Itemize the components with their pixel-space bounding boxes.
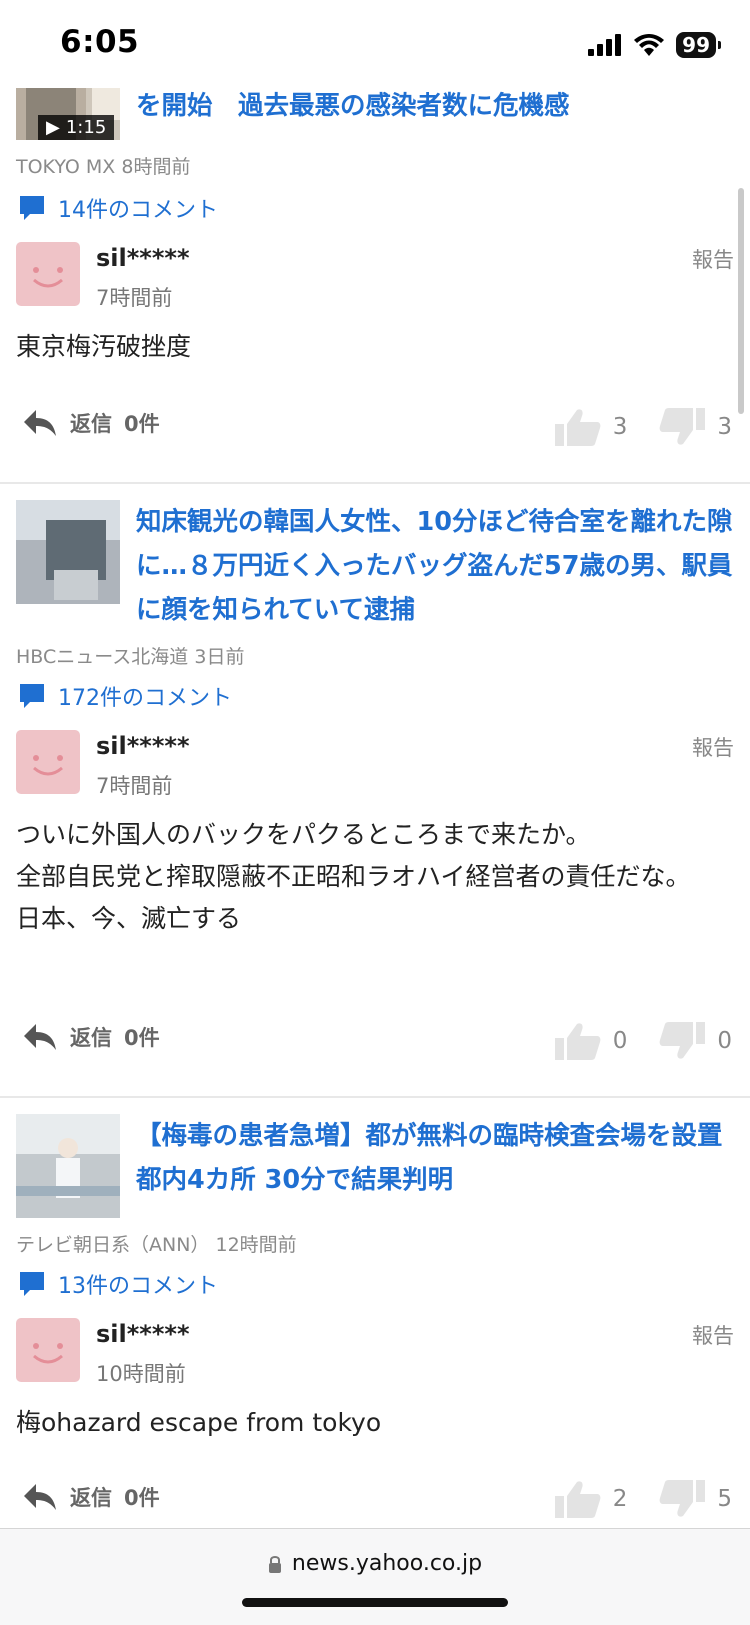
vote-controls: 0 0 <box>553 1020 732 1062</box>
reply-button[interactable]: 返信 0件 <box>22 408 160 438</box>
comment-bubble-icon <box>20 196 44 220</box>
status-bar: 6:05 99 <box>0 0 750 88</box>
thumbnail-image <box>16 1114 120 1218</box>
thumbs-down-icon <box>659 408 706 445</box>
article-headline[interactable]: 知床観光の韓国人女性、10分ほど待合室を離れた隙に…８万円近く入ったバッグ盗んだ… <box>136 500 736 632</box>
like-button[interactable]: 3 <box>553 406 627 448</box>
cellular-signal-icon <box>588 34 622 56</box>
status-time: 6:05 <box>60 24 140 60</box>
reply-button[interactable]: 返信 0件 <box>22 1022 160 1052</box>
report-link[interactable]: 報告 <box>692 732 734 762</box>
thumbs-up-icon <box>554 1023 601 1060</box>
thumbs-down-icon <box>659 1022 706 1059</box>
thumbs-down-icon <box>659 1480 706 1517</box>
status-icons: 99 <box>588 30 721 60</box>
avatar <box>16 242 80 306</box>
avatar <box>16 1318 80 1382</box>
comment-body: 東京梅汚破挫度 <box>16 332 192 361</box>
article-headline[interactable]: を開始 過去最悪の感染者数に危機感 <box>136 84 736 128</box>
wifi-icon <box>634 34 665 56</box>
thumbs-up-icon <box>554 409 601 446</box>
comment-body: ついに外国人のバックをパクるところまで来たか。 全部自民党と搾取隠蔽不正昭和ラオ… <box>16 820 691 933</box>
reply-button[interactable]: 返信 0件 <box>22 1482 160 1512</box>
article-thumbnail[interactable] <box>16 500 120 604</box>
smiley-face-icon <box>33 1343 63 1364</box>
comment-username[interactable]: sil***** <box>96 732 190 760</box>
avatar <box>16 730 80 794</box>
like-button[interactable]: 2 <box>553 1478 627 1520</box>
battery-indicator: 99 <box>676 32 721 58</box>
thumbnail-image <box>16 500 120 604</box>
browser-url-bar[interactable]: news.yahoo.co.jp <box>0 1528 750 1625</box>
reply-arrow-icon <box>24 1024 56 1050</box>
article-thumbnail[interactable] <box>16 1114 120 1218</box>
home-indicator[interactable] <box>242 1598 508 1607</box>
comments-link[interactable]: 13件のコメント <box>18 1268 218 1300</box>
reply-arrow-icon <box>24 410 56 436</box>
article-source: TOKYO MX 8時間前 <box>16 156 191 178</box>
article-source: テレビ朝日系（ANN） 12時間前 <box>16 1234 297 1256</box>
like-button[interactable]: 0 <box>553 1020 627 1062</box>
comment-body: 梅ohazard escape from tokyo <box>16 1408 382 1437</box>
smiley-face-icon <box>33 755 63 776</box>
smiley-face-icon <box>33 267 63 288</box>
comment-time: 7時間前 <box>96 286 173 310</box>
dislike-button[interactable]: 5 <box>657 1478 732 1520</box>
lock-icon <box>268 1555 281 1573</box>
comment-bubble-icon <box>20 684 44 708</box>
vote-controls: 3 3 <box>553 406 732 448</box>
comment-time: 7時間前 <box>96 774 173 798</box>
play-icon: ▶ <box>46 117 60 138</box>
article-headline[interactable]: 【梅毒の患者急増】都が無料の臨時検査会場を設置 都内4カ所 30分で結果判明 <box>136 1114 748 1202</box>
scrollbar[interactable] <box>738 188 744 414</box>
divider <box>0 482 750 484</box>
report-link[interactable]: 報告 <box>692 244 734 274</box>
divider <box>0 1096 750 1098</box>
dislike-button[interactable]: 3 <box>657 406 732 448</box>
video-duration-badge: ▶ 1:15 <box>38 115 115 140</box>
thumbs-up-icon <box>554 1481 601 1518</box>
comment-bubble-icon <box>20 1272 44 1296</box>
comments-link[interactable]: 172件のコメント <box>18 680 232 712</box>
comment-time: 10時間前 <box>96 1362 186 1386</box>
dislike-button[interactable]: 0 <box>657 1020 732 1062</box>
reply-arrow-icon <box>24 1484 56 1510</box>
comment-username[interactable]: sil***** <box>96 244 190 272</box>
report-link[interactable]: 報告 <box>692 1320 734 1350</box>
url-display[interactable]: news.yahoo.co.jp <box>0 1551 750 1576</box>
comment-username[interactable]: sil***** <box>96 1320 190 1348</box>
vote-controls: 2 5 <box>553 1478 732 1520</box>
comments-link[interactable]: 14件のコメント <box>18 192 218 224</box>
article-source: HBCニュース北海道 3日前 <box>16 646 245 668</box>
